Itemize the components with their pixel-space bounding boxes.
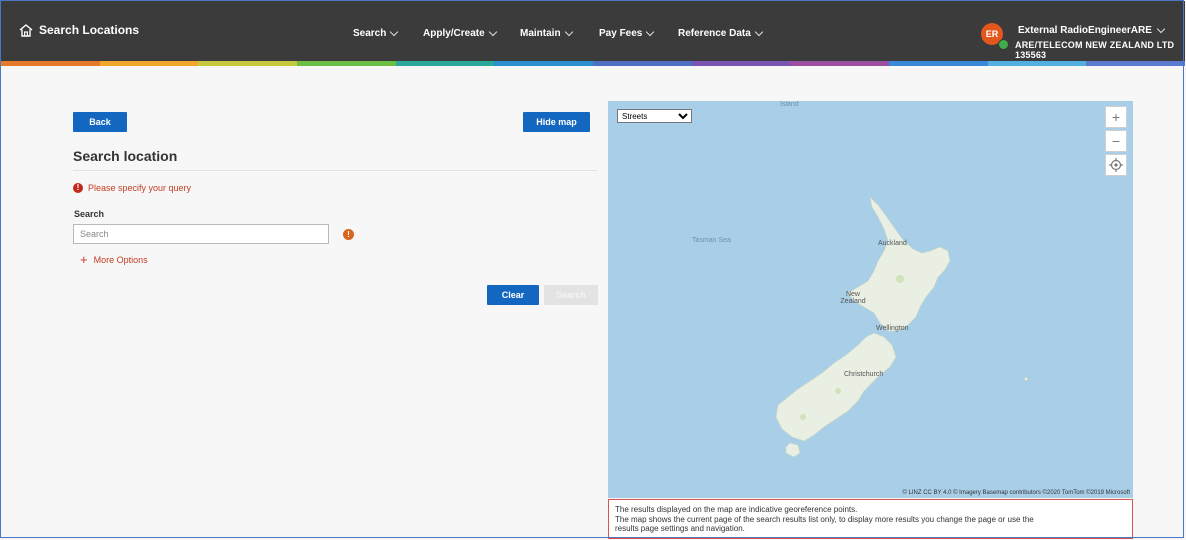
field-error-icon: ! xyxy=(343,229,354,240)
nav-reference-data-menu[interactable]: Reference Data xyxy=(678,27,764,39)
strip-segment xyxy=(1086,61,1186,66)
chevron-down-icon xyxy=(1156,24,1166,33)
notice-line-2: The map shows the current page of the se… xyxy=(615,514,1034,524)
user-organisation: ARE/TELECOM NEW ZEALAND LTD 135563 xyxy=(1015,40,1175,60)
strip-segment xyxy=(494,61,594,66)
nav-search-label: Search xyxy=(353,28,387,39)
search-input[interactable] xyxy=(73,224,329,244)
error-icon: ! xyxy=(73,183,83,193)
nav-maintain-label: Maintain xyxy=(520,28,561,39)
nav-apply-create-label: Apply/Create xyxy=(423,28,485,39)
nav-maintain-menu[interactable]: Maintain xyxy=(520,27,573,39)
nav-pay-fees-menu[interactable]: Pay Fees xyxy=(599,27,655,39)
zoom-out-button[interactable]: − xyxy=(1105,130,1127,152)
crosshair-icon xyxy=(1109,158,1123,172)
map-label-country: New Zealand xyxy=(840,291,866,305)
zoom-in-button[interactable]: + xyxy=(1105,106,1127,128)
locate-button[interactable] xyxy=(1105,154,1127,176)
map-view[interactable]: Streets + − Island Tasman Sea New Zealan… xyxy=(608,101,1133,498)
strip-segment xyxy=(593,61,692,66)
stewart-island-shape xyxy=(785,442,801,458)
notice-line-1: The results displayed on the map are ind… xyxy=(615,505,858,514)
back-button[interactable]: Back xyxy=(73,112,127,132)
map-notice: The results displayed on the map are ind… xyxy=(608,499,1133,539)
nav-reference-data-label: Reference Data xyxy=(678,28,751,39)
strip-segment xyxy=(790,61,890,66)
divider xyxy=(73,170,597,171)
app-title: Search Locations xyxy=(39,23,140,37)
north-island-shape xyxy=(847,196,951,332)
strip-segment xyxy=(198,61,298,66)
map-attribution: © LINZ CC BY 4.0 © Imagery Basemap contr… xyxy=(902,490,1130,496)
map-label-christchurch: Christchurch xyxy=(844,371,884,378)
nav-apply-create-menu[interactable]: Apply/Create xyxy=(423,27,497,39)
chevron-down-icon xyxy=(564,27,573,36)
validation-error: ! Please specify your query xyxy=(73,183,191,193)
rainbow-strip xyxy=(1,61,1186,66)
chevron-down-icon xyxy=(754,27,764,36)
online-status-icon xyxy=(998,39,1009,50)
map-label-island: Island xyxy=(780,101,799,108)
strip-segment xyxy=(1,61,100,66)
user-name: External RadioEngineerARE xyxy=(1018,25,1152,36)
strip-segment xyxy=(297,61,396,66)
strip-segment xyxy=(99,61,199,66)
strip-segment xyxy=(889,61,988,66)
chevron-down-icon xyxy=(646,27,655,36)
nav-search-menu[interactable]: Search xyxy=(353,27,399,39)
nav-pay-fees-label: Pay Fees xyxy=(599,28,643,39)
map-canvas xyxy=(775,196,1028,458)
home-icon xyxy=(19,23,33,37)
search-button[interactable]: Search xyxy=(544,285,598,305)
plus-icon: + xyxy=(80,252,88,267)
user-menu[interactable]: External RadioEngineerARE xyxy=(1018,24,1166,36)
search-field-label: Search xyxy=(74,209,105,219)
page-title: Search location xyxy=(73,148,178,164)
map-label-sea: Tasman Sea xyxy=(692,237,731,244)
clear-button[interactable]: Clear xyxy=(487,285,539,305)
more-options-label: More Options xyxy=(93,255,148,265)
home-link[interactable]: Search Locations xyxy=(19,23,139,37)
map-label-wellington: Wellington xyxy=(876,325,909,332)
chevron-down-icon xyxy=(390,27,399,36)
hide-map-button[interactable]: Hide map xyxy=(523,112,590,132)
top-nav-bar: Search Locations Search Apply/Create Mai… xyxy=(1,1,1185,61)
more-options-link[interactable]: + More Options xyxy=(80,252,148,267)
chevron-down-icon xyxy=(488,27,497,36)
map-label-auckland: Auckland xyxy=(878,240,907,247)
map-layer-select[interactable]: Streets xyxy=(617,109,692,123)
strip-segment xyxy=(691,61,791,66)
error-message: Please specify your query xyxy=(88,183,192,193)
strip-segment xyxy=(987,61,1087,66)
strip-segment xyxy=(395,61,495,66)
south-island-shape xyxy=(775,332,897,442)
notice-line-3: results page settings and navigation. xyxy=(615,524,745,533)
